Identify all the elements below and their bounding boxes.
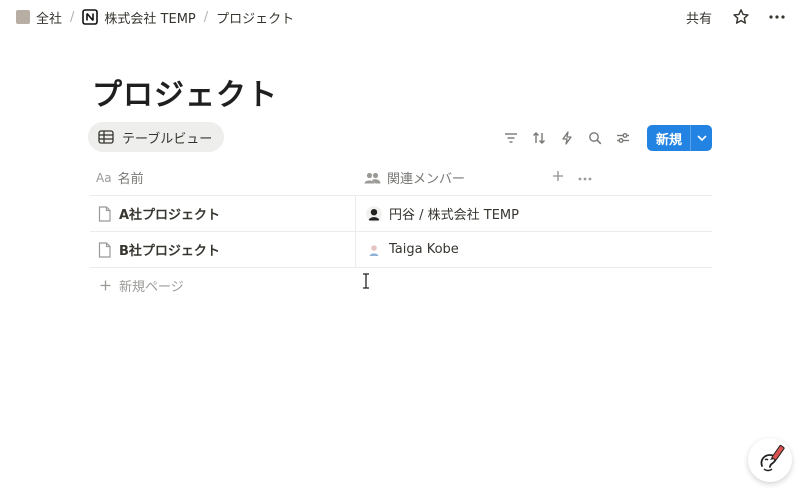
- page-document-icon: [98, 241, 111, 258]
- chevron-down-icon[interactable]: [690, 125, 712, 151]
- table-row[interactable]: B社プロジェクト Taiga Kobe: [90, 232, 712, 268]
- notion-logo-icon: [82, 9, 99, 25]
- page-document-icon: [98, 205, 111, 222]
- text-cursor-icon: [363, 273, 369, 289]
- member-name: Taiga Kobe: [389, 242, 459, 257]
- favorite-star-icon[interactable]: [730, 6, 752, 28]
- breadcrumb-workspace[interactable]: 全社: [12, 6, 66, 29]
- people-icon: [364, 172, 381, 183]
- more-options-icon[interactable]: [766, 6, 788, 28]
- column-header-name[interactable]: Aa 名前: [90, 168, 356, 188]
- column-header-label: 関連メンバー: [387, 172, 466, 187]
- breadcrumb-workspace-label: 全社: [36, 11, 63, 27]
- table-header-row: Aa 名前 関連メンバー: [90, 160, 712, 196]
- avatar: [366, 241, 382, 258]
- database-toolbar: 新規: [501, 125, 712, 151]
- top-bar: 全社 / 株式会社 TEMP / プロジェクト: [0, 0, 800, 34]
- sort-icon[interactable]: [529, 128, 549, 148]
- cell-name[interactable]: A社プロジェクト: [90, 196, 356, 231]
- table-view-icon: [98, 130, 114, 144]
- add-property-plus-icon[interactable]: [552, 170, 564, 186]
- automation-bolt-icon[interactable]: [557, 128, 577, 148]
- breadcrumb-separator: /: [203, 9, 209, 25]
- new-button-label[interactable]: 新規: [647, 125, 690, 151]
- database-table: Aa 名前 関連メンバー A社プロジェクト 円谷 / 株式会社 TEMP B社プ…: [90, 160, 712, 302]
- cell-members[interactable]: Taiga Kobe: [356, 232, 459, 267]
- avatar: [366, 205, 382, 222]
- breadcrumb-page[interactable]: プロジェクト: [212, 6, 298, 29]
- view-tab-label: テーブルビュー: [122, 131, 213, 147]
- new-page-label: 新規ページ: [119, 279, 184, 295]
- breadcrumb-company[interactable]: 株式会社 TEMP: [78, 6, 199, 29]
- row-title: B社プロジェクト: [119, 244, 220, 259]
- add-new-page-row[interactable]: 新規ページ: [90, 268, 712, 302]
- share-button[interactable]: 共有: [682, 6, 716, 29]
- breadcrumb-separator: /: [70, 9, 75, 25]
- text-property-icon: Aa: [96, 170, 112, 185]
- column-header-members[interactable]: 関連メンバー: [356, 168, 546, 187]
- breadcrumb-page-label: プロジェクト: [216, 11, 295, 27]
- breadcrumb-company-label: 株式会社 TEMP: [104, 11, 196, 27]
- top-actions: 共有: [682, 0, 788, 34]
- workspace-icon: [16, 10, 30, 24]
- new-button[interactable]: 新規: [646, 125, 712, 151]
- view-tab-table[interactable]: テーブルビュー: [88, 122, 225, 152]
- view-settings-icon[interactable]: [613, 128, 633, 148]
- header-actions: [546, 170, 592, 186]
- cell-members[interactable]: 円谷 / 株式会社 TEMP: [356, 196, 519, 231]
- table-row[interactable]: A社プロジェクト 円谷 / 株式会社 TEMP: [90, 196, 712, 232]
- more-options-icon[interactable]: [578, 170, 592, 185]
- help-button[interactable]: [748, 438, 792, 482]
- help-character-icon: [760, 445, 785, 472]
- page-title[interactable]: プロジェクト: [92, 70, 278, 114]
- search-icon[interactable]: [585, 128, 605, 148]
- filter-icon[interactable]: [501, 128, 521, 148]
- row-title: A社プロジェクト: [119, 208, 221, 223]
- column-header-label: 名前: [117, 172, 144, 187]
- member-name: 円谷 / 株式会社 TEMP: [389, 208, 519, 223]
- plus-icon: [100, 280, 111, 290]
- cell-name[interactable]: B社プロジェクト: [90, 232, 356, 267]
